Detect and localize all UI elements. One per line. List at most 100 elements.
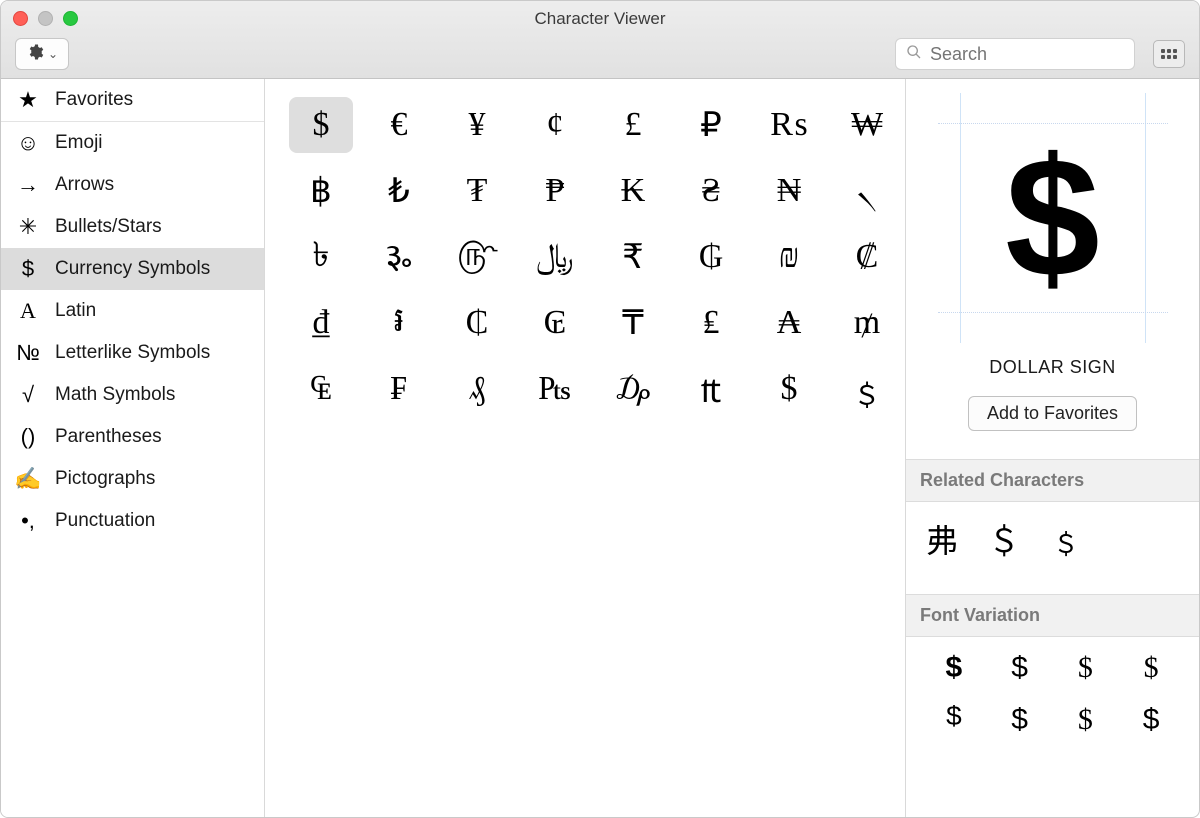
character-cell[interactable]: ₮ [445, 163, 509, 219]
character-cell[interactable]: ₫ [289, 295, 353, 351]
sidebar-item-label: Pictographs [55, 468, 155, 490]
sidebar-item-bullets-stars[interactable]: ✳ Bullets/Stars [1, 206, 264, 248]
parentheses-icon: () [15, 424, 41, 450]
character-cell[interactable]: € [367, 97, 431, 153]
character-cell[interactable]: ₵ [445, 295, 509, 351]
related-characters-header: Related Characters [906, 459, 1199, 502]
punctuation-icon: •, [15, 508, 41, 534]
toolbar: ⌄ [1, 38, 1199, 70]
font-variation-header: Font Variation [906, 594, 1199, 637]
related-character[interactable]: ﹩ [1050, 516, 1082, 562]
character-cell[interactable]: ₹ [601, 229, 665, 285]
sidebar-item-label: Punctuation [55, 510, 155, 532]
sidebar-item-latin[interactable]: A Latin [1, 290, 264, 332]
character-cell[interactable]: ₱ [523, 163, 587, 219]
big-glyph: $ [1005, 133, 1100, 303]
latin-a-icon: A [15, 298, 41, 324]
character-cell[interactable]: ﹩ [835, 361, 899, 417]
numero-icon: № [15, 340, 41, 366]
character-cell[interactable]: £ [601, 97, 665, 153]
font-variation[interactable]: $ [1078, 703, 1093, 737]
character-cell[interactable]: ₩ [835, 97, 899, 153]
font-variation[interactable]: $ [1011, 703, 1028, 737]
writing-hand-icon: ✍ [15, 466, 41, 492]
character-cell[interactable]: ₨ [757, 97, 821, 153]
character-cell[interactable]: $ [289, 97, 353, 153]
character-cell[interactable]: ௹ [445, 229, 509, 285]
character-cell[interactable]: ₯ [601, 361, 665, 417]
font-variation[interactable]: $ [1143, 703, 1160, 737]
search-field[interactable] [895, 38, 1135, 70]
font-variation[interactable]: $ [945, 703, 962, 737]
character-cell[interactable]: ₧ [523, 361, 587, 417]
sidebar-item-parentheses[interactable]: () Parentheses [1, 416, 264, 458]
character-cell[interactable]: ₭ [601, 163, 665, 219]
sidebar-item-favorites[interactable]: ★ Favorites [1, 79, 264, 121]
character-cell[interactable]: ₽ [679, 97, 743, 153]
titlebar: Character Viewer ⌄ [1, 1, 1199, 79]
toggle-compact-button[interactable] [1153, 40, 1185, 68]
character-viewer-window: Character Viewer ⌄ [0, 0, 1200, 818]
character-cell[interactable]: ₡ [835, 229, 899, 285]
gear-icon [26, 43, 44, 66]
character-cell[interactable]: ﷼ [523, 229, 587, 285]
character-cell[interactable]: ₥ [835, 295, 899, 351]
sidebar-item-label: Arrows [55, 174, 114, 196]
character-cell[interactable]: ₣ [367, 361, 431, 417]
character-grid: $€¥¢£₽₨₩฿₺₮₱₭₴₦৲৳૱௹﷼₹₲₪₡₫៛₵₢₸₤₳₥₠₣₰₧₯₶$﹩ [265, 79, 905, 817]
font-variation[interactable]: $ [1078, 651, 1093, 685]
sidebar: ★ Favorites ☺ Emoji → Arrows ✳ Bullets/S… [1, 79, 265, 817]
character-cell[interactable]: ৳ [289, 229, 353, 285]
sidebar-item-letterlike[interactable]: № Letterlike Symbols [1, 332, 264, 374]
sidebar-item-emoji[interactable]: ☺ Emoji [1, 122, 264, 164]
character-cell[interactable]: $ [757, 361, 821, 417]
sidebar-item-label: Math Symbols [55, 384, 175, 406]
font-variation[interactable]: $ [1011, 651, 1028, 685]
window-title: Character Viewer [1, 9, 1199, 29]
arrow-icon: → [15, 172, 41, 198]
character-cell[interactable]: ₸ [601, 295, 665, 351]
glyph-grid-guides: $ [938, 93, 1168, 343]
font-variation[interactable]: $ [946, 651, 963, 685]
sidebar-item-pictographs[interactable]: ✍ Pictographs [1, 458, 264, 500]
chevron-down-icon: ⌄ [48, 47, 58, 61]
glyph-preview: $ DOLLAR SIGN Add to Favorites [906, 79, 1199, 441]
character-cell[interactable]: ૱ [367, 229, 431, 285]
keyboard-icon [1161, 49, 1177, 59]
font-variation[interactable]: $ [1144, 651, 1159, 685]
settings-menu-button[interactable]: ⌄ [15, 38, 69, 70]
character-cell[interactable]: ₶ [679, 361, 743, 417]
related-characters: 弗 ＄ ﹩ [906, 502, 1199, 576]
character-cell[interactable]: ₴ [679, 163, 743, 219]
sidebar-item-arrows[interactable]: → Arrows [1, 164, 264, 206]
character-cell[interactable]: ฿ [289, 163, 353, 219]
character-cell[interactable]: ₳ [757, 295, 821, 351]
character-cell[interactable]: ¥ [445, 97, 509, 153]
character-cell[interactable]: ৲ [835, 163, 899, 219]
add-to-favorites-button[interactable]: Add to Favorites [968, 396, 1137, 431]
character-cell[interactable]: ₰ [445, 361, 509, 417]
character-cell[interactable]: ₲ [679, 229, 743, 285]
character-cell[interactable]: ₠ [289, 361, 353, 417]
sidebar-item-math[interactable]: √ Math Symbols [1, 374, 264, 416]
character-cell[interactable]: ¢ [523, 97, 587, 153]
sidebar-item-currency-symbols[interactable]: $ Currency Symbols [1, 248, 264, 290]
search-input[interactable] [930, 44, 1124, 65]
related-character[interactable]: 弗 [926, 516, 958, 562]
character-cell[interactable]: ₪ [757, 229, 821, 285]
sidebar-item-label: Parentheses [55, 426, 162, 448]
star-burst-icon: ✳ [15, 214, 41, 240]
search-icon [906, 44, 922, 65]
character-cell[interactable]: ₺ [367, 163, 431, 219]
sidebar-item-label: Latin [55, 300, 96, 322]
sidebar-item-label: Currency Symbols [55, 258, 210, 280]
sidebar-item-label: Emoji [55, 132, 103, 154]
star-icon: ★ [15, 87, 41, 113]
sidebar-item-label: Favorites [55, 89, 133, 111]
character-cell[interactable]: ₤ [679, 295, 743, 351]
character-cell[interactable]: ៛ [367, 295, 431, 351]
character-cell[interactable]: ₢ [523, 295, 587, 351]
character-cell[interactable]: ₦ [757, 163, 821, 219]
sidebar-item-punctuation[interactable]: •, Punctuation [1, 500, 264, 542]
related-character[interactable]: ＄ [988, 516, 1020, 562]
